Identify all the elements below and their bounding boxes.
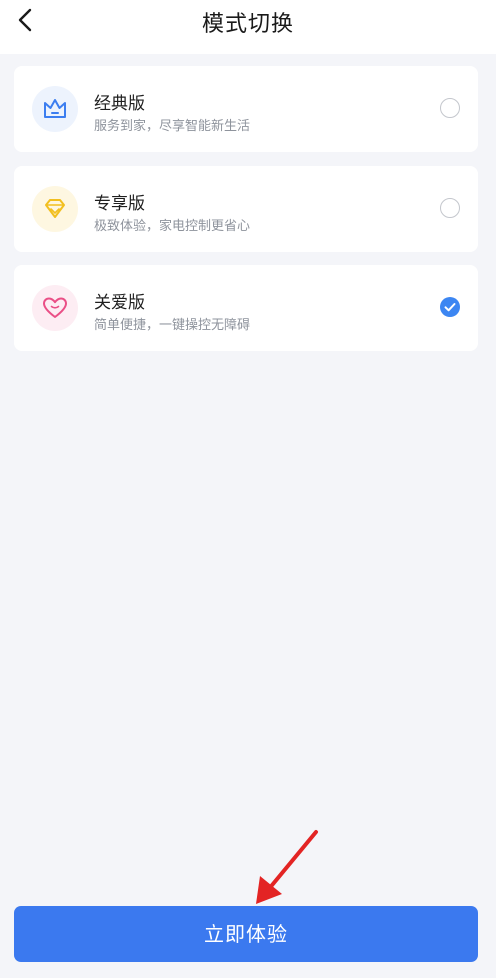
page-title: 模式切换 [201,12,294,37]
crown-icon-badge [32,86,78,132]
mode-description: 简单便捷，一键操控无障碍 [94,318,251,333]
mode-name: 经典版 [94,94,145,114]
radio-checked[interactable] [440,297,460,317]
diamond-icon [45,199,65,218]
annotation-arrow-icon [256,830,318,904]
top-bar: 模式切换 [0,0,496,54]
mode-card-exclusive[interactable]: 专享版 极致体验，家电控制更省心 [14,166,478,252]
heart-icon-badge [32,285,78,331]
radio-unchecked[interactable] [440,98,460,118]
mode-description: 服务到家，尽享智能新生活 [94,119,251,134]
crown-icon [44,99,66,118]
check-icon [444,303,456,312]
heart-icon [43,297,67,318]
diamond-icon-badge [32,186,78,232]
try-now-button[interactable]: 立即体验 [14,906,478,962]
mode-card-classic[interactable]: 经典版 服务到家，尽享智能新生活 [14,66,478,152]
mode-description: 极致体验，家电控制更省心 [94,219,251,234]
mode-name: 关爱版 [94,293,145,313]
mode-name: 专享版 [94,194,145,214]
mode-card-care[interactable]: 关爱版 简单便捷，一键操控无障碍 [14,265,478,351]
radio-unchecked[interactable] [440,198,460,218]
